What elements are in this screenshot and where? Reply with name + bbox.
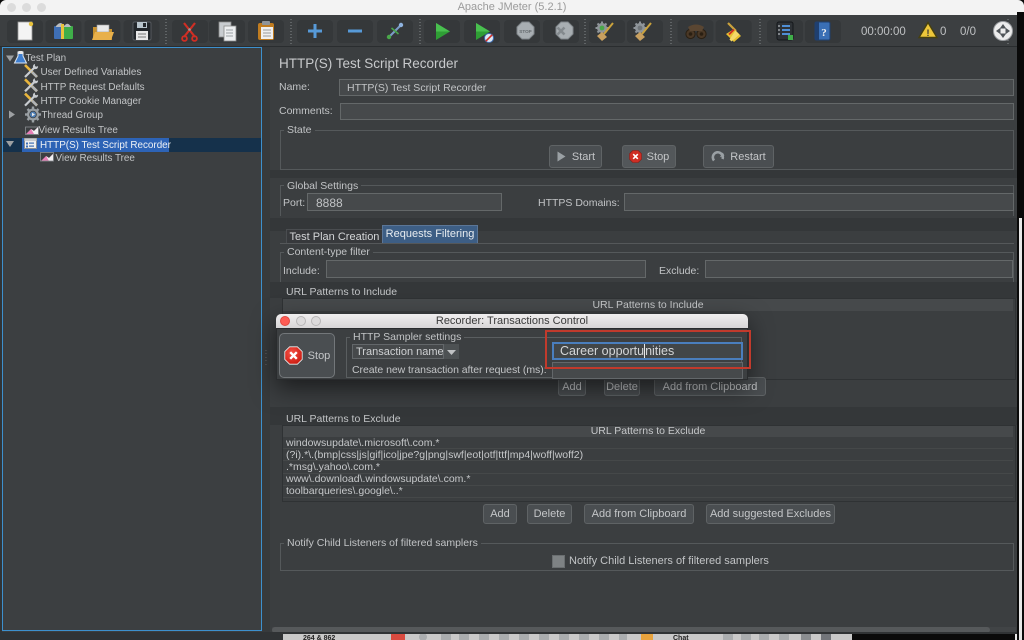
svg-text:!: ! (927, 28, 930, 38)
svg-text:?: ? (821, 27, 827, 39)
svg-text:0/0: 0/0 (960, 26, 976, 38)
svg-text:0: 0 (940, 26, 946, 38)
svg-text:00:00:00: 00:00:00 (861, 26, 906, 38)
svg-text:STOP: STOP (519, 29, 531, 34)
svg-text:Chat: Chat (673, 635, 689, 640)
svg-text:264 & 862: 264 & 862 (303, 635, 335, 640)
